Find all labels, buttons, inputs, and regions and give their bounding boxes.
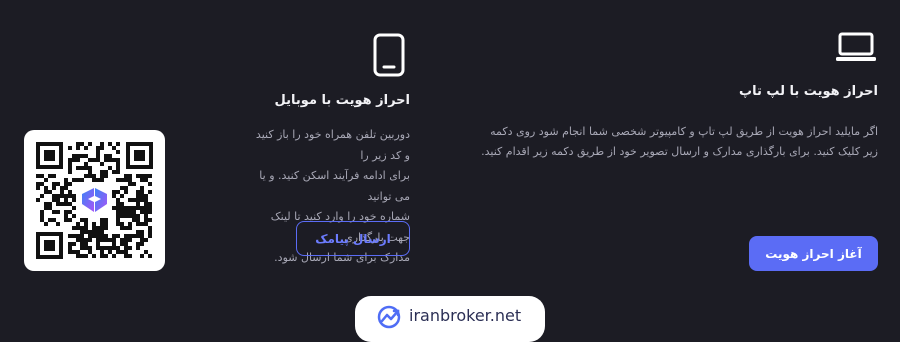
mobile-section-title: احراز هویت با موبایل <box>274 93 410 108</box>
smartphone-icon <box>373 33 405 77</box>
watermark-badge: iranbroker.net <box>355 296 545 342</box>
laptop-section-description: اگر مایلید احراز هویت از طریق لپ تاپ و ک… <box>470 122 878 162</box>
mobile-description-line: دوربین تلفن همراه خود را باز کنید و کد ز… <box>255 128 410 162</box>
mobile-description-line: برای ادامه فرآیند اسکن کنید. و یا می توا… <box>259 169 410 203</box>
qr-code-card <box>24 130 165 271</box>
laptop-icon <box>836 32 876 61</box>
watermark-text: iranbroker.net <box>409 306 522 325</box>
laptop-description-line: اگر مایلید احراز هویت از طریق لپ تاپ و ک… <box>490 125 878 138</box>
laptop-description-line: زیر کلیک کنید. برای بارگذاری مدارک و ارس… <box>481 145 878 158</box>
qr-code-icon <box>36 142 153 259</box>
start-verification-button[interactable]: آغاز احراز هویت <box>749 236 878 271</box>
chart-trend-icon <box>377 305 401 329</box>
send-sms-button[interactable]: ارسال پیامک <box>296 221 410 256</box>
laptop-section-title: احراز هویت با لپ تاپ <box>739 84 878 99</box>
